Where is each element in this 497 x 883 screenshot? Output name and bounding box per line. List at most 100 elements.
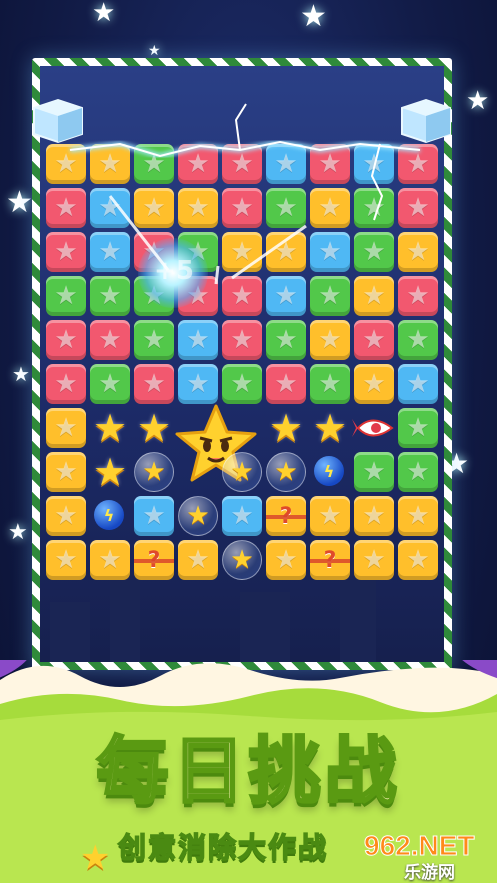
yellow-star-tile[interactable]: ★ xyxy=(266,540,306,580)
star-icon: ★ xyxy=(362,369,386,399)
yellow-star-tile[interactable]: ★ xyxy=(46,496,86,536)
blue-star-tile[interactable]: ★ xyxy=(178,364,218,404)
question-mark-box-icon[interactable]: ? xyxy=(134,540,174,580)
red-star-tile[interactable]: ★ xyxy=(398,276,438,316)
star-icon: ★ xyxy=(98,193,122,223)
bubble-star-tile[interactable]: ★ xyxy=(178,496,218,536)
red-star-tile[interactable]: ★ xyxy=(46,320,86,360)
bubble-star-tile[interactable]: ★ xyxy=(222,452,262,492)
star-icon: ★ xyxy=(274,369,298,399)
star-icon: ★ xyxy=(98,369,122,399)
gold-star-icon[interactable]: ★ xyxy=(90,406,130,450)
star-icon: ★ xyxy=(362,325,386,355)
green-star-tile[interactable]: ★ xyxy=(266,320,306,360)
green-star-tile[interactable]: ★ xyxy=(398,320,438,360)
red-star-tile[interactable]: ★ xyxy=(46,188,86,228)
red-star-tile[interactable]: ★ xyxy=(310,144,350,184)
red-star-tile[interactable]: ★ xyxy=(90,320,130,360)
question-mark-box-icon[interactable]: ? xyxy=(310,540,350,580)
star-icon: ★ xyxy=(406,413,430,443)
lightning-bomb-icon[interactable]: ϟ xyxy=(310,452,348,490)
yellow-star-tile[interactable]: ★ xyxy=(222,232,262,272)
star-icon: ★ xyxy=(230,325,254,355)
bubble-star-tile[interactable]: ★ xyxy=(134,452,174,492)
yellow-star-tile[interactable]: ★ xyxy=(398,540,438,580)
gold-star-icon[interactable]: ★ xyxy=(310,406,350,450)
yellow-star-tile[interactable]: ★ xyxy=(310,188,350,228)
red-star-tile[interactable]: ★ xyxy=(398,188,438,228)
star-icon: ★ xyxy=(98,545,122,575)
green-star-tile[interactable]: ★ xyxy=(90,276,130,316)
yellow-star-tile[interactable]: ★ xyxy=(310,496,350,536)
blue-star-tile[interactable]: ★ xyxy=(134,496,174,536)
green-star-tile[interactable]: ★ xyxy=(354,452,394,492)
blue-star-tile[interactable]: ★ xyxy=(398,364,438,404)
red-star-tile[interactable]: ★ xyxy=(398,144,438,184)
gold-star-icon[interactable]: ★ xyxy=(266,406,306,450)
yellow-star-tile[interactable]: ★ xyxy=(398,232,438,272)
yellow-star-tile[interactable]: ★ xyxy=(90,540,130,580)
blue-star-tile[interactable]: ★ xyxy=(266,276,306,316)
green-star-tile[interactable]: ★ xyxy=(222,364,262,404)
green-star-tile[interactable]: ★ xyxy=(310,364,350,404)
green-star-tile[interactable]: ★ xyxy=(354,232,394,272)
rocket-icon[interactable] xyxy=(352,411,396,445)
yellow-star-tile[interactable]: ★ xyxy=(90,144,130,184)
yellow-star-tile[interactable]: ★ xyxy=(354,276,394,316)
green-star-tile[interactable]: ★ xyxy=(134,144,174,184)
green-star-tile[interactable]: ★ xyxy=(398,452,438,492)
green-star-tile[interactable]: ★ xyxy=(266,188,306,228)
red-star-tile[interactable]: ★ xyxy=(222,320,262,360)
yellow-star-tile[interactable]: ★ xyxy=(310,320,350,360)
yellow-star-tile[interactable]: ★ xyxy=(46,540,86,580)
yellow-star-tile[interactable]: ★ xyxy=(46,144,86,184)
background-star-icon: ★ xyxy=(6,185,33,220)
yellow-star-tile[interactable]: ★ xyxy=(398,496,438,536)
yellow-star-tile[interactable]: ★ xyxy=(354,540,394,580)
yellow-star-tile[interactable]: ★ xyxy=(178,188,218,228)
bubble-star-tile[interactable]: ★ xyxy=(266,452,306,492)
red-star-tile[interactable]: ★ xyxy=(354,320,394,360)
blue-star-tile[interactable]: ★ xyxy=(90,188,130,228)
red-star-tile[interactable]: ★ xyxy=(222,276,262,316)
red-star-tile[interactable]: ★ xyxy=(134,364,174,404)
red-star-tile[interactable]: ★ xyxy=(178,144,218,184)
star-icon: ★ xyxy=(230,149,254,179)
star-icon: ★ xyxy=(362,237,386,267)
blue-star-tile[interactable]: ★ xyxy=(266,144,306,184)
green-star-tile[interactable]: ★ xyxy=(46,276,86,316)
yellow-star-tile[interactable]: ★ xyxy=(46,408,86,448)
green-star-tile[interactable]: ★ xyxy=(310,276,350,316)
yellow-star-tile[interactable]: ★ xyxy=(354,496,394,536)
subtitle: 创意消除大作战 xyxy=(117,830,329,865)
yellow-star-tile[interactable]: ★ xyxy=(266,232,306,272)
yellow-star-tile[interactable]: ★ xyxy=(178,540,218,580)
star-icon: ★ xyxy=(98,325,122,355)
gold-star-icon[interactable]: ★ xyxy=(90,450,130,494)
red-star-tile[interactable]: ★ xyxy=(46,364,86,404)
blue-star-tile[interactable]: ★ xyxy=(90,232,130,272)
yellow-star-tile[interactable]: ★ xyxy=(46,452,86,492)
blue-star-tile[interactable]: ★ xyxy=(222,496,262,536)
blue-star-tile[interactable]: ★ xyxy=(310,232,350,272)
lightning-bomb-icon[interactable]: ϟ xyxy=(90,496,128,534)
star-icon: ★ xyxy=(318,325,342,355)
green-star-tile[interactable]: ★ xyxy=(354,188,394,228)
red-star-tile[interactable]: ★ xyxy=(222,188,262,228)
bubble-star-tile[interactable]: ★ xyxy=(222,540,262,580)
star-icon: ★ xyxy=(318,193,342,223)
red-star-tile[interactable]: ★ xyxy=(266,364,306,404)
blue-star-tile[interactable]: ★ xyxy=(354,144,394,184)
green-star-tile[interactable]: ★ xyxy=(90,364,130,404)
yellow-star-tile[interactable]: ★ xyxy=(134,188,174,228)
red-star-tile[interactable]: ★ xyxy=(46,232,86,272)
yellow-star-tile[interactable]: ★ xyxy=(354,364,394,404)
star-icon: ★ xyxy=(54,369,78,399)
green-star-tile[interactable]: ★ xyxy=(134,320,174,360)
gold-star-icon[interactable]: ★ xyxy=(134,406,174,450)
blue-star-tile[interactable]: ★ xyxy=(178,320,218,360)
question-mark-box-icon[interactable]: ? xyxy=(266,496,306,536)
green-star-tile[interactable]: ★ xyxy=(398,408,438,448)
red-star-tile[interactable]: ★ xyxy=(222,144,262,184)
question-mark-icon: ? xyxy=(147,547,161,573)
